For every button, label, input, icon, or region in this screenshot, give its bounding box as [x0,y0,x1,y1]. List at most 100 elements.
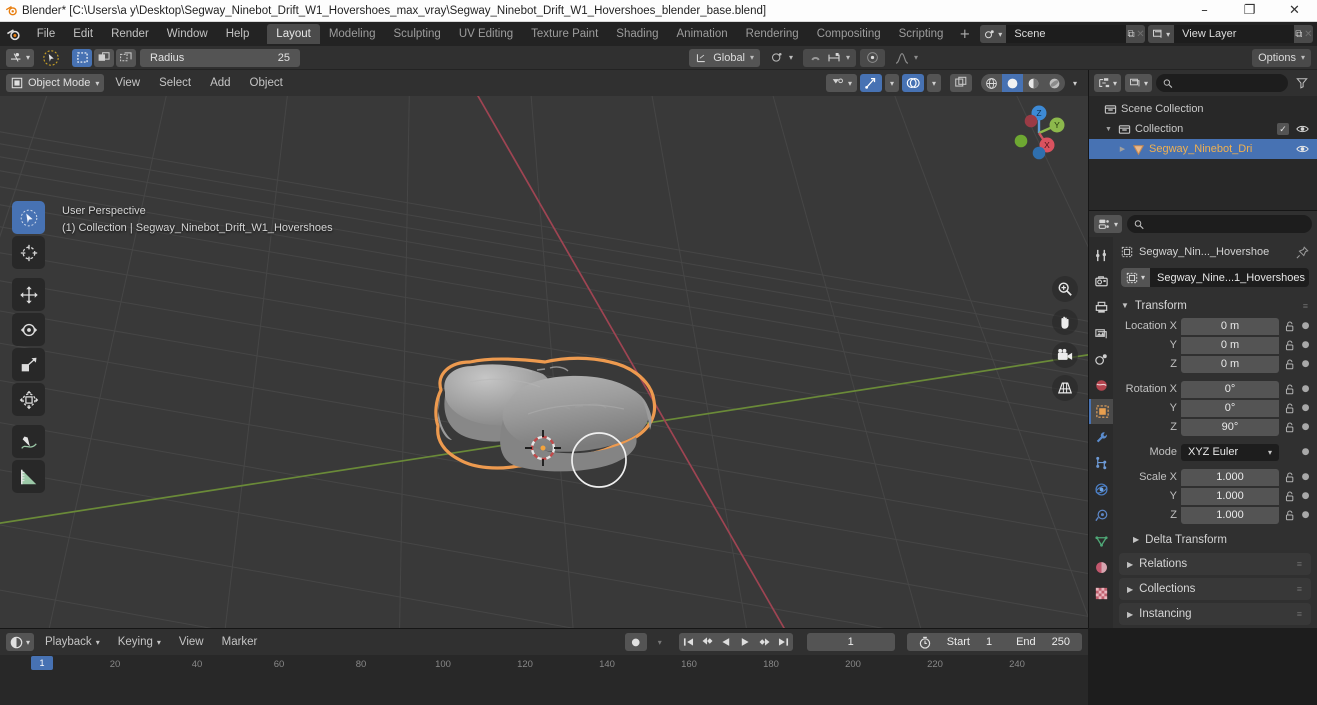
stopwatch-icon[interactable] [919,636,931,649]
close-button[interactable]: ✕ [1272,0,1317,22]
properties-tab-object[interactable] [1089,399,1113,424]
shading-solid-button[interactable] [1002,74,1023,92]
viewport-menu-view[interactable]: View [107,74,148,92]
view-layer-new-button[interactable]: ⧉ [1294,25,1304,43]
scene-icon[interactable]: ▾ [980,25,1007,43]
3d-viewport[interactable]: User Perspective (1) Collection | Segway… [0,96,1088,628]
properties-search-field[interactable] [1149,218,1305,230]
rotation-z-row[interactable]: Z 90° ● [1119,418,1311,436]
outliner-editor-type-button[interactable]: ▾ [1094,74,1122,92]
proportional-editing-toggle[interactable] [860,48,886,67]
animate-dot-icon[interactable]: ● [1300,403,1311,413]
view-layer-name-field[interactable]: View Layer [1174,25,1295,43]
properties-tab-world[interactable] [1089,373,1113,398]
viewport-options-dropdown[interactable]: Options ▾ [1252,48,1311,67]
keying-popover-button[interactable]: ▾ [651,633,669,651]
gizmo-toggle[interactable] [860,74,882,92]
outliner-display-mode-button[interactable]: ▾ [1125,74,1153,92]
properties-search-input[interactable] [1127,215,1312,233]
properties-tab-tool[interactable] [1089,243,1113,268]
workspace-tab-uv-editing[interactable]: UV Editing [450,24,522,44]
view-axis-gizmo[interactable]: Z Y X [1008,102,1070,164]
lock-icon[interactable] [1283,384,1296,395]
animate-dot-icon[interactable]: ● [1300,491,1311,501]
menu-file[interactable]: File [28,25,65,43]
transform-orientation-dropdown[interactable]: Global ▾ [689,48,761,67]
blender-logo-icon[interactable] [4,23,24,45]
scene-unlink-button[interactable]: ✕ [1135,25,1146,43]
overlays-toggle[interactable] [902,74,924,92]
view-layer-remove-button[interactable]: ✕ [1303,25,1313,43]
lock-icon[interactable] [1283,510,1296,521]
camera-view-button[interactable] [1052,342,1078,368]
jump-to-end-button[interactable] [773,633,793,651]
lock-icon[interactable] [1283,403,1296,414]
lock-icon[interactable] [1283,422,1296,433]
shading-material-preview-button[interactable] [1023,74,1044,92]
timeline-playhead[interactable]: 1 [31,656,53,670]
properties-tab-render[interactable] [1089,269,1113,294]
scale-z-value[interactable]: 1.000 [1181,506,1279,524]
animate-dot-icon[interactable]: ● [1300,447,1311,457]
menu-render[interactable]: Render [102,25,158,43]
jump-to-start-button[interactable] [678,633,698,651]
menu-window[interactable]: Window [158,25,217,43]
radius-field[interactable]: Radius 25 [140,48,301,67]
falloff-dropdown[interactable]: ▾ [889,49,924,67]
properties-tab-output[interactable] [1089,295,1113,320]
end-frame-value[interactable]: 250 [1052,636,1070,648]
relations-panel-header[interactable]: ▶ Relations ≡ [1119,553,1311,575]
properties-tab-constraints[interactable] [1089,503,1113,528]
rotation-mode-value[interactable]: XYZ Euler ▾ [1181,443,1279,461]
workspace-tab-animation[interactable]: Animation [668,24,737,44]
tool-annotate[interactable] [12,425,45,458]
tool-measure[interactable] [12,460,45,493]
toggle-ortho-persp-button[interactable] [1052,375,1078,401]
snapping-dropdown[interactable]: ▾ [803,48,857,67]
pan-view-button[interactable] [1052,309,1078,335]
tool-scale[interactable] [12,348,45,381]
add-workspace-button[interactable]: + [952,27,977,42]
animate-dot-icon[interactable]: ● [1300,510,1311,520]
outliner-row-collection[interactable]: ▼ Collection ✓ [1089,119,1317,139]
workspace-tab-modeling[interactable]: Modeling [320,24,385,44]
minimize-button[interactable]: – [1182,0,1227,22]
lock-icon[interactable] [1283,491,1296,502]
tweak-tool-gizmo-icon[interactable] [38,49,64,67]
workspace-tab-layout[interactable]: Layout [267,24,320,44]
rotation-mode-row[interactable]: Mode XYZ Euler ▾ ● [1119,443,1311,461]
eye-icon[interactable] [1293,144,1311,154]
properties-tab-modifier[interactable] [1089,425,1113,450]
animate-dot-icon[interactable]: ● [1300,472,1311,482]
lock-icon[interactable] [1283,340,1296,351]
location-z-value[interactable]: 0 m [1181,355,1279,373]
workspace-tab-texture-paint[interactable]: Texture Paint [522,24,607,44]
properties-tab-scene[interactable] [1089,347,1113,372]
scale-z-row[interactable]: Z 1.000 ● [1119,506,1311,524]
outliner-search-field[interactable] [1177,77,1281,89]
rotation-x-value[interactable]: 0° [1181,380,1279,398]
timeline-menu-marker[interactable]: Marker [215,633,265,651]
shading-rendered-button[interactable] [1044,74,1065,92]
transform-panel-header[interactable]: ▼ Transform ≡ [1113,295,1317,316]
expand-arrow-object[interactable]: ▶ [1117,145,1128,153]
object-mode-dropdown[interactable]: Object Mode ▾ [6,74,105,92]
viewport-menu-object[interactable]: Object [242,74,291,92]
timeline-menu-keying[interactable]: Keying ▾ [111,633,168,651]
select-extend-mode-icon[interactable] [94,48,115,67]
location-x-row[interactable]: Location X 0 m ● [1119,317,1311,335]
workspace-tab-sculpting[interactable]: Sculpting [385,24,450,44]
view-layer-icon[interactable]: ▾ [1148,25,1175,43]
shading-wireframe-button[interactable] [981,74,1002,92]
workspace-tab-shading[interactable]: Shading [607,24,667,44]
object-name-value[interactable]: Segway_Nine...1_Hovershoes [1150,272,1309,284]
scene-name-field[interactable]: Scene [1006,25,1127,43]
outliner-row-scene-collection[interactable]: Scene Collection [1089,99,1317,119]
object-id-field[interactable]: ▾ Segway_Nine...1_Hovershoes [1121,268,1309,287]
viewport-menu-add[interactable]: Add [202,74,238,92]
timeline-menu-view[interactable]: View [172,633,211,651]
properties-editor-type-button[interactable]: ▾ [1094,215,1123,233]
tool-rotate[interactable] [12,313,45,346]
properties-tab-view-layer[interactable] [1089,321,1113,346]
properties-tab-physics[interactable] [1089,477,1113,502]
